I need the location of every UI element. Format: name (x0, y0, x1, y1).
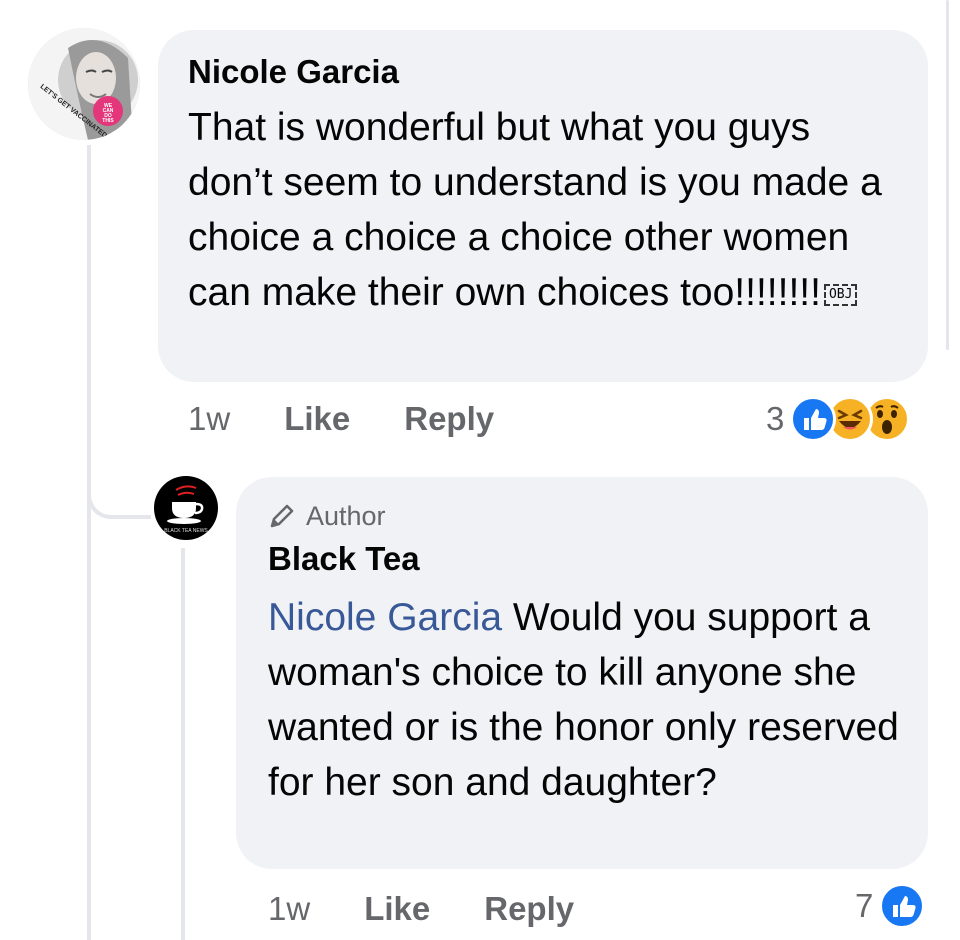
comment-bubble: Nicole Garcia That is wonderful but what… (158, 30, 928, 382)
avatar[interactable]: LET'S GET VACCINATED WE CAN DO THIS (28, 28, 140, 140)
author-badge-label: Author (306, 500, 386, 531)
reply-button[interactable]: Reply (404, 400, 494, 438)
reply-bubble: Author Black Tea Nicole Garcia Would you… (236, 477, 928, 869)
scrollbar[interactable] (946, 0, 949, 350)
author-badge: Author (268, 501, 898, 531)
like-icon (790, 396, 837, 442)
mention-link[interactable]: Nicole Garcia (268, 596, 502, 639)
comment-time[interactable]: 1w (268, 890, 310, 928)
comment-actions: 1w Like Reply (188, 400, 494, 438)
thread-connector (87, 480, 151, 519)
reaction-count: 7 (855, 887, 874, 924)
comment-text-body: That is wonderful but what you guys don’… (188, 106, 882, 314)
like-icon (879, 883, 926, 929)
obj-glyph: OBJ (823, 283, 858, 306)
thread-line (87, 145, 91, 515)
like-button[interactable]: Like (364, 890, 430, 928)
avatar[interactable]: BLACK TEA NEWS (154, 476, 218, 540)
reply-button[interactable]: Reply (484, 890, 574, 928)
comment-author[interactable]: Black Tea (268, 539, 898, 579)
avatar-sticker-text: WE CAN DO THIS (102, 103, 114, 124)
reply-actions: 1w Like Reply (268, 890, 574, 928)
comment-author[interactable]: Nicole Garcia (188, 52, 898, 92)
reaction-summary[interactable]: 3 (766, 396, 911, 442)
svg-text:BLACK TEA NEWS: BLACK TEA NEWS (164, 528, 208, 534)
like-button[interactable]: Like (284, 400, 350, 438)
comment-text: Nicole Garcia Would you support a woman'… (268, 590, 908, 810)
pencil-icon (270, 504, 294, 528)
comment-text: That is wonderful but what you guys don’… (188, 100, 898, 320)
reply-thread-line (181, 548, 185, 940)
reaction-count: 3 (766, 400, 785, 437)
comment-time[interactable]: 1w (188, 400, 230, 438)
reaction-summary[interactable]: 7 (855, 883, 926, 929)
thread-line (87, 515, 91, 940)
